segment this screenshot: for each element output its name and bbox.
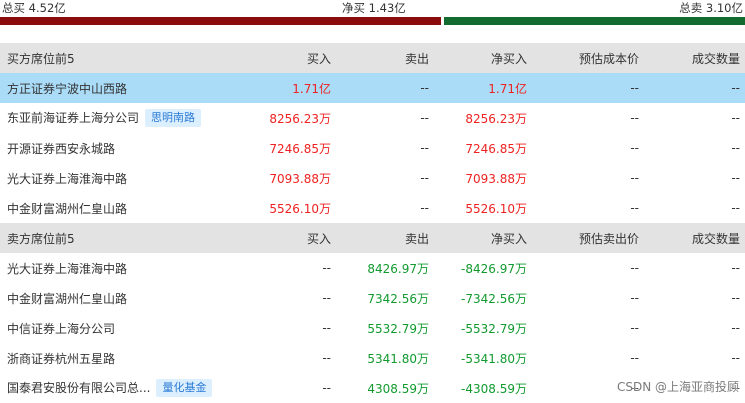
buy-table-header: 买方席位前5 买入 卖出 净买入 预估成本价 成交数量 — [0, 43, 745, 73]
est-price: -- — [630, 171, 639, 185]
header-price: 预估卖出价 — [531, 223, 643, 253]
buy-amount: -- — [322, 381, 331, 395]
seat-name: 方正证券宁波中山西路 — [7, 81, 128, 96]
sell-amount: 8426.97万 — [367, 261, 429, 276]
header-sell: 卖出 — [335, 223, 433, 253]
header-seat: 买方席位前5 — [0, 43, 237, 73]
sell-amount: -- — [420, 171, 429, 185]
seat-name: 中金财富湖州仁皇山路 — [7, 201, 128, 216]
header-volume: 成交数量 — [643, 223, 745, 253]
volume: -- — [731, 321, 740, 335]
net-buy-label: 净买 1.43亿 — [342, 1, 406, 15]
buy-amount: -- — [322, 261, 331, 275]
buy-amount: 7246.85万 — [269, 141, 331, 156]
net-amount: 7246.85万 — [465, 141, 527, 156]
buy-amount: 1.71亿 — [237, 73, 335, 103]
buy-bar-segment — [0, 17, 441, 25]
volume: -- — [731, 111, 740, 125]
seat-name: 开源证券西安永城路 — [7, 141, 116, 156]
net-amount: 8256.23万 — [465, 111, 527, 126]
volume: -- — [731, 291, 740, 305]
volume: -- — [731, 351, 740, 365]
sell-amount: -- — [420, 141, 429, 155]
est-price: -- — [630, 141, 639, 155]
net-amount: -5341.80万 — [461, 351, 527, 366]
seat-name: 东亚前海证券上海分公司 — [7, 111, 140, 125]
header-buy: 买入 — [237, 43, 335, 73]
seat-tag[interactable]: 量化基金 — [156, 379, 213, 397]
sell-amount: -- — [335, 73, 433, 103]
est-price: -- — [630, 351, 639, 365]
header-buy: 买入 — [237, 223, 335, 253]
buy-amount: -- — [322, 291, 331, 305]
seat-name: 中金财富湖州仁皇山路 — [7, 291, 128, 306]
seat-tag[interactable]: 思明南路 — [145, 109, 202, 127]
header-volume: 成交数量 — [643, 43, 745, 73]
seats-table: 买方席位前5 买入 卖出 净买入 预估成本价 成交数量 方正证券宁波中山西路 1… — [0, 43, 745, 403]
total-buy-label: 总买 4.52亿 — [2, 1, 66, 15]
est-price: -- — [630, 111, 639, 125]
sell-table-header: 卖方席位前5 买入 卖出 净买入 预估卖出价 成交数量 — [0, 223, 745, 253]
sell-amount: -- — [420, 201, 429, 215]
net-amount: -5532.79万 — [461, 321, 527, 336]
table-row[interactable]: 浙商证券杭州五星路 -- 5341.80万 -5341.80万 -- -- — [0, 343, 745, 373]
seat-name: 光大证券上海淮海中路 — [7, 261, 128, 276]
table-row[interactable]: 中金财富湖州仁皇山路 5526.10万 -- 5526.10万 -- -- — [0, 193, 745, 223]
buy-amount: 8256.23万 — [269, 111, 331, 126]
est-price: -- — [630, 261, 639, 275]
sell-amount: -- — [420, 111, 429, 125]
header-net: 净买入 — [433, 43, 531, 73]
seat-name: 中信证券上海分公司 — [7, 321, 116, 336]
table-row[interactable]: 方正证券宁波中山西路 1.71亿 -- 1.71亿 -- -- — [0, 73, 745, 103]
est-price: -- — [630, 201, 639, 215]
sell-amount: 7342.56万 — [367, 291, 429, 306]
net-amount: 7093.88万 — [465, 171, 527, 186]
table-row[interactable]: 开源证券西安永城路 7246.85万 -- 7246.85万 -- -- — [0, 133, 745, 163]
net-amount: 5526.10万 — [465, 201, 527, 216]
est-price: -- — [531, 73, 643, 103]
sell-bar-segment — [444, 17, 745, 25]
seat-name: 浙商证券杭州五星路 — [7, 351, 116, 366]
net-amount: -4308.59万 — [461, 381, 527, 396]
sell-amount: 5532.79万 — [367, 321, 429, 336]
seat-name: 光大证券上海淮海中路 — [7, 171, 128, 186]
buy-sell-ratio-bar — [0, 17, 745, 25]
volume: -- — [731, 201, 740, 215]
est-price: -- — [630, 321, 639, 335]
sell-amount: 5341.80万 — [367, 351, 429, 366]
volume: -- — [643, 73, 745, 103]
table-row[interactable]: 光大证券上海淮海中路 -- 8426.97万 -8426.97万 -- -- — [0, 253, 745, 283]
net-amount: -8426.97万 — [461, 261, 527, 276]
net-amount: -7342.56万 — [461, 291, 527, 306]
table-row[interactable]: 中金财富湖州仁皇山路 -- 7342.56万 -7342.56万 -- -- — [0, 283, 745, 313]
summary-bar: 总买 4.52亿 净买 1.43亿 总卖 3.10亿 — [0, 0, 745, 26]
header-net: 净买入 — [433, 223, 531, 253]
est-price: -- — [630, 291, 639, 305]
sell-amount: 4308.59万 — [367, 381, 429, 396]
watermark: CSDN @上海亚商投顾 — [616, 380, 739, 394]
volume: -- — [731, 171, 740, 185]
total-sell-label: 总卖 3.10亿 — [679, 1, 743, 15]
buy-amount: -- — [322, 321, 331, 335]
seat-name: 国泰君安股份有限公司总... — [7, 381, 151, 395]
buy-amount: -- — [322, 351, 331, 365]
buy-amount: 7093.88万 — [269, 171, 331, 186]
buy-amount: 5526.10万 — [269, 201, 331, 216]
header-seat: 卖方席位前5 — [0, 223, 237, 253]
table-row[interactable]: 中信证券上海分公司 -- 5532.79万 -5532.79万 -- -- — [0, 313, 745, 343]
table-row[interactable]: 东亚前海证券上海分公司 思明南路 8256.23万 -- 8256.23万 -- … — [0, 103, 745, 133]
volume: -- — [731, 141, 740, 155]
net-amount: 1.71亿 — [433, 73, 531, 103]
volume: -- — [731, 261, 740, 275]
header-sell: 卖出 — [335, 43, 433, 73]
table-row[interactable]: 光大证券上海淮海中路 7093.88万 -- 7093.88万 -- -- — [0, 163, 745, 193]
header-price: 预估成本价 — [531, 43, 643, 73]
